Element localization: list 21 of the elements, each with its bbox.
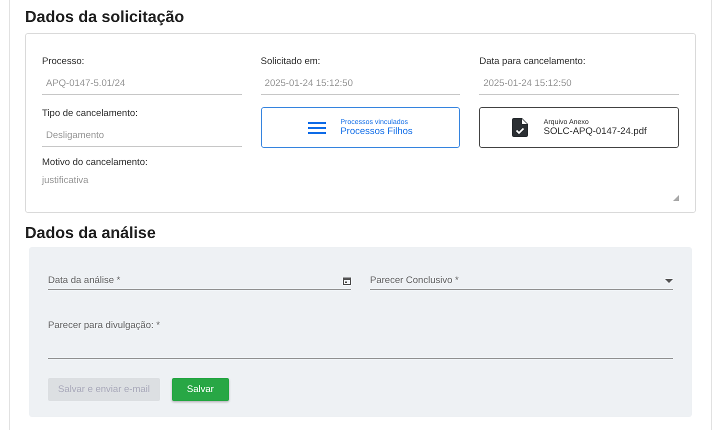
read-only-field[interactable]: Desligamento	[42, 119, 242, 147]
calendar-icon	[343, 276, 351, 284]
save-button[interactable]: Salvar	[172, 378, 229, 401]
field-label: Processo:	[42, 56, 86, 67]
section-title: Dados da análise	[25, 224, 157, 244]
dropdown-caret-icon	[665, 278, 673, 282]
read-only-field[interactable]: APQ-0147-5.01/24	[42, 67, 242, 95]
resize-grip-icon	[673, 195, 679, 201]
text-area[interactable]: Parecer para divulgação: *	[48, 320, 673, 359]
read-only-field[interactable]: 2025-01-24 15:12:50	[479, 67, 679, 95]
field-label: Data para cancelamento:	[479, 56, 586, 67]
read-only-field[interactable]: 2025-01-24 15:12:50	[260, 67, 460, 95]
reason-text: justificativa	[42, 175, 90, 186]
date-field[interactable]: Data da análise *	[48, 275, 351, 290]
document-check-icon	[512, 118, 528, 137]
section-title: Dados da solicitação	[25, 8, 186, 28]
field-label: Tipo de cancelamento:	[42, 108, 139, 119]
field-label: Motivo do cancelamento:	[42, 157, 149, 168]
select-field[interactable]: Parecer Conclusivo *	[370, 275, 673, 290]
menu-icon	[308, 122, 326, 134]
field-label: Solicitado em:	[260, 56, 322, 67]
